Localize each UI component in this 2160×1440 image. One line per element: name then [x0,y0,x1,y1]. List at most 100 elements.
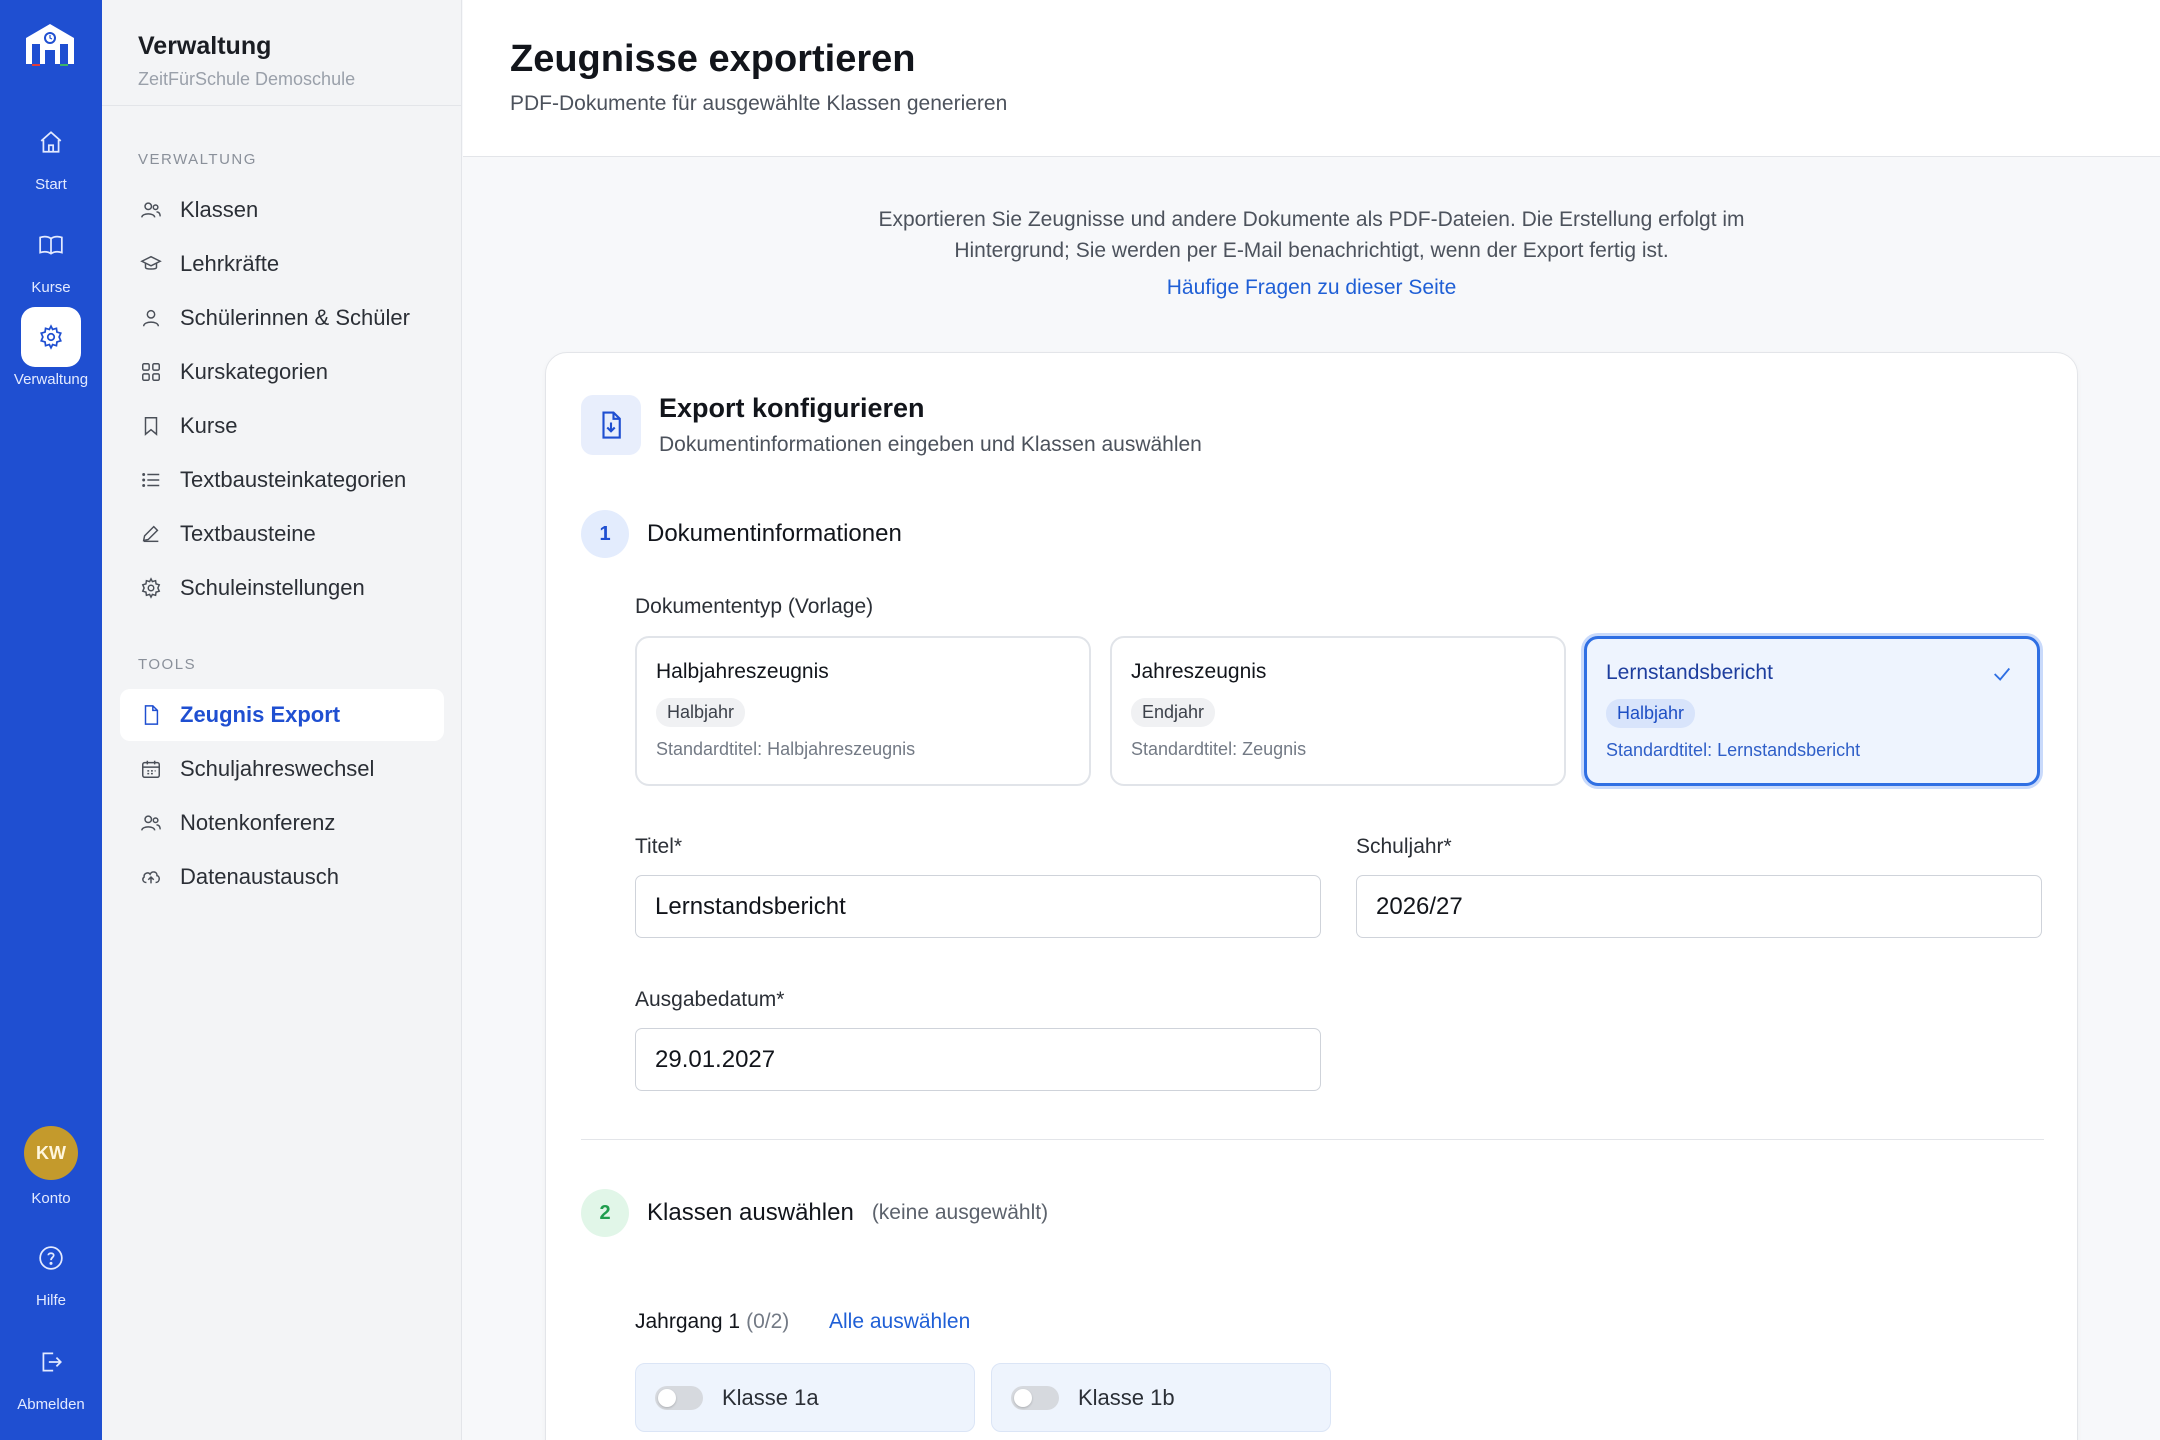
rail-item-verwaltung[interactable]: Verwaltung [0,307,102,388]
sidebar-header: Verwaltung ZeitFürSchule Demoschule [102,0,461,106]
toggle-switch[interactable] [1011,1385,1059,1410]
sidebar-item-zeugnis-export[interactable]: Zeugnis Export [120,689,444,741]
rail-item-kurse[interactable]: Kurse [0,215,102,296]
file-download-icon [581,395,641,455]
intro-section: Exportieren Sie Zeugnisse und andere Dok… [463,204,2160,300]
graduation-cap-icon [140,255,162,270]
user-icon [142,309,160,327]
title-field[interactable]: Lernstandsbericht [635,875,1321,938]
sidebar-item-label: Kurse [180,413,238,438]
step-2-header: 2 Klassen auswählen (keine ausgewählt) [581,1189,1048,1237]
sidebar-item-datenaustausch[interactable]: Datenaustausch [120,851,444,903]
card-subtitle: Dokumentinformationen eingeben und Klass… [659,433,1202,456]
sidebar-item-kurse[interactable]: Kurse [120,400,444,452]
class-label: Klasse 1a [722,1384,819,1410]
doc-type-default-title: Standardtitel: Lernstandsbericht [1606,740,1861,760]
rail-label-kurse: Kurse [31,279,71,296]
calendar-icon [142,760,160,778]
sidebar-item-schueler[interactable]: Schülerinnen & Schüler [120,292,444,344]
grade-group-label: Jahrgang 1 (0/2) [635,1310,789,1334]
school-logo-icon[interactable] [22,20,78,66]
doc-type-option-jahreszeugnis[interactable]: Jahreszeugnis Endjahr Standardtitel: Zeu… [1110,636,1566,786]
rail-label-hilfe: Hilfe [35,1292,66,1309]
gear-icon [141,577,161,599]
page-subtitle: PDF-Dokumente für ausgewählte Klassen ge… [510,92,1008,115]
bookmark-icon [144,417,158,436]
sidebar-item-textbausteine[interactable]: Textbausteine [120,508,444,560]
doc-type-label: Dokumententyp (Vorlage) [635,595,874,618]
card-title: Export konfigurieren [659,393,925,423]
app-rail: Start Kurse Verwaltung KW Konto Hilfe Ab… [0,0,102,1440]
doc-type-default-title: Standardtitel: Halbjahreszeugnis [656,739,916,759]
doc-type-name: Jahreszeugnis [1131,660,1267,683]
sidebar-item-label: Lehrkräfte [180,251,280,276]
selection-count-note: (keine ausgewählt) [871,1201,1049,1224]
doc-type-default-title: Standardtitel: Zeugnis [1131,739,1307,759]
export-config-card: Export konfigurieren Dokumentinformation… [545,352,2078,1440]
class-label: Klasse 1b [1078,1384,1175,1410]
issue-date-field[interactable]: 29.01.2027 [635,1028,1321,1091]
class-toggle-1a[interactable]: Klasse 1a [635,1363,975,1432]
section-divider [581,1139,2044,1140]
list-icon [142,473,160,487]
title-field-label: Titel* [635,835,683,858]
select-all-link[interactable]: Alle auswählen [829,1310,970,1334]
rail-item-hilfe[interactable]: Hilfe [0,1228,102,1309]
sidebar-item-schuljahreswechsel[interactable]: Schuljahreswechsel [120,743,444,795]
faq-link[interactable]: Häufige Fragen zu dieser Seite [1167,276,1457,300]
sidebar-item-schuleinstellungen[interactable]: Schuleinstellungen [120,562,444,614]
book-icon [21,215,81,275]
sidebar-item-textbausteinkategorien[interactable]: Textbausteinkategorien [120,454,444,506]
page-title: Zeugnisse exportieren [510,38,916,80]
step-1-header: 1 Dokumentinformationen [581,510,902,558]
issue-date-field-label: Ausgabedatum* [635,988,785,1011]
grade-name: Jahrgang 1 [635,1310,741,1333]
gear-icon [21,307,81,367]
rail-label-abmelden: Abmelden [17,1396,85,1413]
sidebar-item-kurskategorien[interactable]: Kurskategorien [120,346,444,398]
grid-icon [142,363,160,381]
rail-item-konto[interactable]: KW Konto [0,1126,102,1207]
sidebar-item-klassen[interactable]: Klassen [120,184,444,236]
toggle-switch[interactable] [655,1385,703,1410]
sidebar-item-lehrkraefte[interactable]: Lehrkräfte [120,238,444,290]
rail-item-start[interactable]: Start [0,112,102,193]
sidebar-subtitle: ZeitFürSchule Demoschule [138,69,356,89]
rail-item-abmelden[interactable]: Abmelden [0,1332,102,1413]
sidebar-item-notenkonferenz[interactable]: Notenkonferenz [120,797,444,849]
intro-text: Exportieren Sie Zeugnisse und andere Dok… [878,208,1745,262]
sidebar-item-label: Kurskategorien [180,359,328,384]
users-icon [141,202,161,218]
step-title: Klassen auswählen [647,1199,854,1226]
file-icon [144,705,159,725]
help-icon [21,1228,81,1288]
doc-type-period-badge: Halbjahr [1606,699,1696,728]
sidebar-item-label: Textbausteine [180,521,316,546]
class-toggle-1b[interactable]: Klasse 1b [991,1363,1331,1432]
step-number: 1 [581,510,629,558]
grade-count: (0/2) [746,1310,790,1333]
avatar: KW [24,1126,78,1180]
rail-label-konto: Konto [31,1190,71,1207]
doc-type-option-lernstandsbericht[interactable]: Lernstandsbericht Halbjahr Standardtitel… [1584,636,2040,786]
rail-label-verwaltung: Verwaltung [13,371,89,388]
sidebar: Verwaltung ZeitFürSchule Demoschule VERW… [102,0,462,1440]
doc-type-option-halbjahreszeugnis[interactable]: Halbjahreszeugnis Halbjahr Standardtitel… [635,636,1091,786]
users-icon [141,815,161,831]
sidebar-item-label: Datenaustausch [180,864,339,889]
sidebar-item-label: Schuljahreswechsel [180,756,375,781]
sidebar-section-verwaltung: VERWALTUNG [138,151,257,168]
sidebar-item-label: Notenkonferenz [180,810,336,835]
sidebar-section-tools: TOOLS [138,656,197,673]
logout-icon [21,1332,81,1392]
sidebar-item-label: Schülerinnen & Schüler [180,305,410,330]
sidebar-item-label: Zeugnis Export [180,702,341,727]
rail-label-start: Start [35,176,67,193]
step-number: 2 [581,1189,629,1237]
cloud-upload-icon [142,871,160,884]
doc-type-period-badge: Endjahr [1131,698,1216,727]
sidebar-item-label: Schuleinstellungen [180,575,365,600]
home-icon [21,112,81,172]
checkmark-icon [1994,667,2011,681]
school-year-field[interactable]: 2026/27 [1356,875,2042,938]
